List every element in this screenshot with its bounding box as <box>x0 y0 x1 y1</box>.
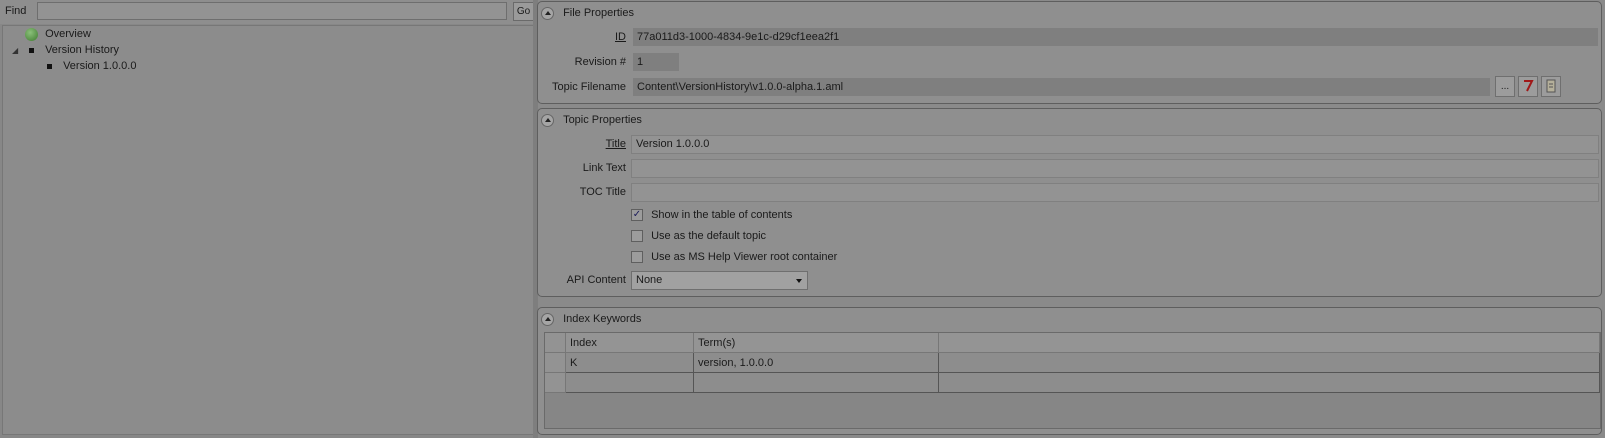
column-header-index[interactable]: Index <box>566 333 694 353</box>
column-header-terms[interactable]: Term(s) <box>694 333 939 353</box>
revision-label: Revision # <box>574 56 626 68</box>
go-button[interactable]: Go <box>513 2 534 21</box>
api-content-value: None <box>636 274 663 286</box>
tree-item-label: Overview <box>45 28 91 41</box>
index-keywords-grid[interactable]: Index Term(s) K version, 1.0.0.0 <box>544 332 1601 429</box>
new-row-header[interactable] <box>545 373 566 393</box>
topic-bullet-icon <box>47 63 52 69</box>
index-keywords-group: Index Keywords Index Term(s) K version, … <box>537 307 1602 435</box>
topic-filename-value: Content\VersionHistory\v1.0.0-alpha.1.am… <box>633 78 1490 96</box>
dropdown-arrow-icon <box>796 279 802 283</box>
grid-cell-index[interactable]: K <box>566 353 694 373</box>
file-properties-group: File Properties ID 77a011d3-1000-4834-9e… <box>537 1 1602 104</box>
open-file-button[interactable] <box>1541 76 1561 97</box>
checkbox-unchecked-icon[interactable] <box>631 230 643 243</box>
checkbox-label: Use as the default topic <box>651 230 767 243</box>
checkbox-checked-icon[interactable]: ✓ <box>631 209 643 222</box>
browse-button[interactable]: ... <box>1495 76 1515 97</box>
tree-item-version-history[interactable]: Version History <box>29 43 119 57</box>
id-value: 77a011d3-1000-4834-9e1c-d29cf1eea2f1 <box>633 28 1598 46</box>
api-content-label: API Content <box>566 274 626 286</box>
toc-title-label: TOC Title <box>579 186 626 198</box>
checkbox-label: Show in the table of contents <box>651 209 793 222</box>
grid-cell-terms[interactable] <box>694 373 939 393</box>
column-header-filler <box>939 333 1600 353</box>
find-label: Find <box>5 5 27 17</box>
topic-bullet-icon <box>29 47 34 53</box>
ellipsis-icon: ... <box>1500 81 1510 92</box>
file-icon <box>1546 79 1556 93</box>
topic-properties-group: Topic Properties Title Version 1.0.0.0 L… <box>537 108 1602 297</box>
checkbox-label: Use as MS Help Viewer root container <box>651 251 838 264</box>
id-label: ID <box>615 31 626 43</box>
find-bar: Find Go <box>0 0 537 24</box>
tree-item-overview[interactable]: Overview <box>25 27 91 41</box>
grid-cell-filler <box>939 373 1600 393</box>
title-label: Title <box>605 138 626 150</box>
grid-cell-filler <box>939 353 1600 373</box>
topic-filename-label: Topic Filename <box>552 81 626 93</box>
title-field[interactable]: Version 1.0.0.0 <box>631 135 1599 154</box>
topic-tree[interactable]: Overview ◢ Version History Version 1.0.0… <box>2 25 534 435</box>
revision-value: 1 <box>633 53 679 71</box>
grid-cell-index[interactable] <box>566 373 694 393</box>
row-header[interactable] <box>545 353 566 373</box>
find-input[interactable] <box>37 2 507 20</box>
link-text-field[interactable] <box>631 159 1599 178</box>
file-properties-header: File Properties <box>541 5 634 21</box>
overview-topic-icon <box>25 27 38 41</box>
group-title: Index Keywords <box>563 313 642 326</box>
topic-explorer-pane: Find Go Overview ◢ Version History Versi… <box>0 0 537 438</box>
show-in-toc-checkbox[interactable]: ✓ Show in the table of contents <box>631 207 792 223</box>
tree-item-version-1000[interactable]: Version 1.0.0.0 <box>47 59 136 73</box>
edit-icon <box>1524 80 1534 92</box>
link-text-label: Link Text <box>582 162 626 174</box>
api-content-select[interactable]: None <box>631 271 808 290</box>
collapse-up-icon[interactable] <box>541 312 554 326</box>
help-viewer-root-checkbox[interactable]: Use as MS Help Viewer root container <box>631 249 837 265</box>
tree-item-label: Version History <box>45 44 120 57</box>
edit-file-button[interactable] <box>1518 76 1538 97</box>
group-title: Topic Properties <box>563 114 642 127</box>
index-keywords-header: Index Keywords <box>541 311 641 327</box>
tree-item-label: Version 1.0.0.0 <box>63 60 137 73</box>
default-topic-checkbox[interactable]: Use as the default topic <box>631 228 766 244</box>
grid-cell-terms[interactable]: version, 1.0.0.0 <box>694 353 939 373</box>
collapse-up-icon[interactable] <box>541 6 554 20</box>
toc-title-field[interactable] <box>631 183 1599 202</box>
topic-properties-header: Topic Properties <box>541 112 642 128</box>
grid-corner[interactable] <box>545 333 566 353</box>
expand-arrow-icon[interactable]: ◢ <box>12 46 18 55</box>
collapse-up-icon[interactable] <box>541 113 554 127</box>
group-title: File Properties <box>563 7 634 20</box>
checkbox-unchecked-icon[interactable] <box>631 251 643 264</box>
